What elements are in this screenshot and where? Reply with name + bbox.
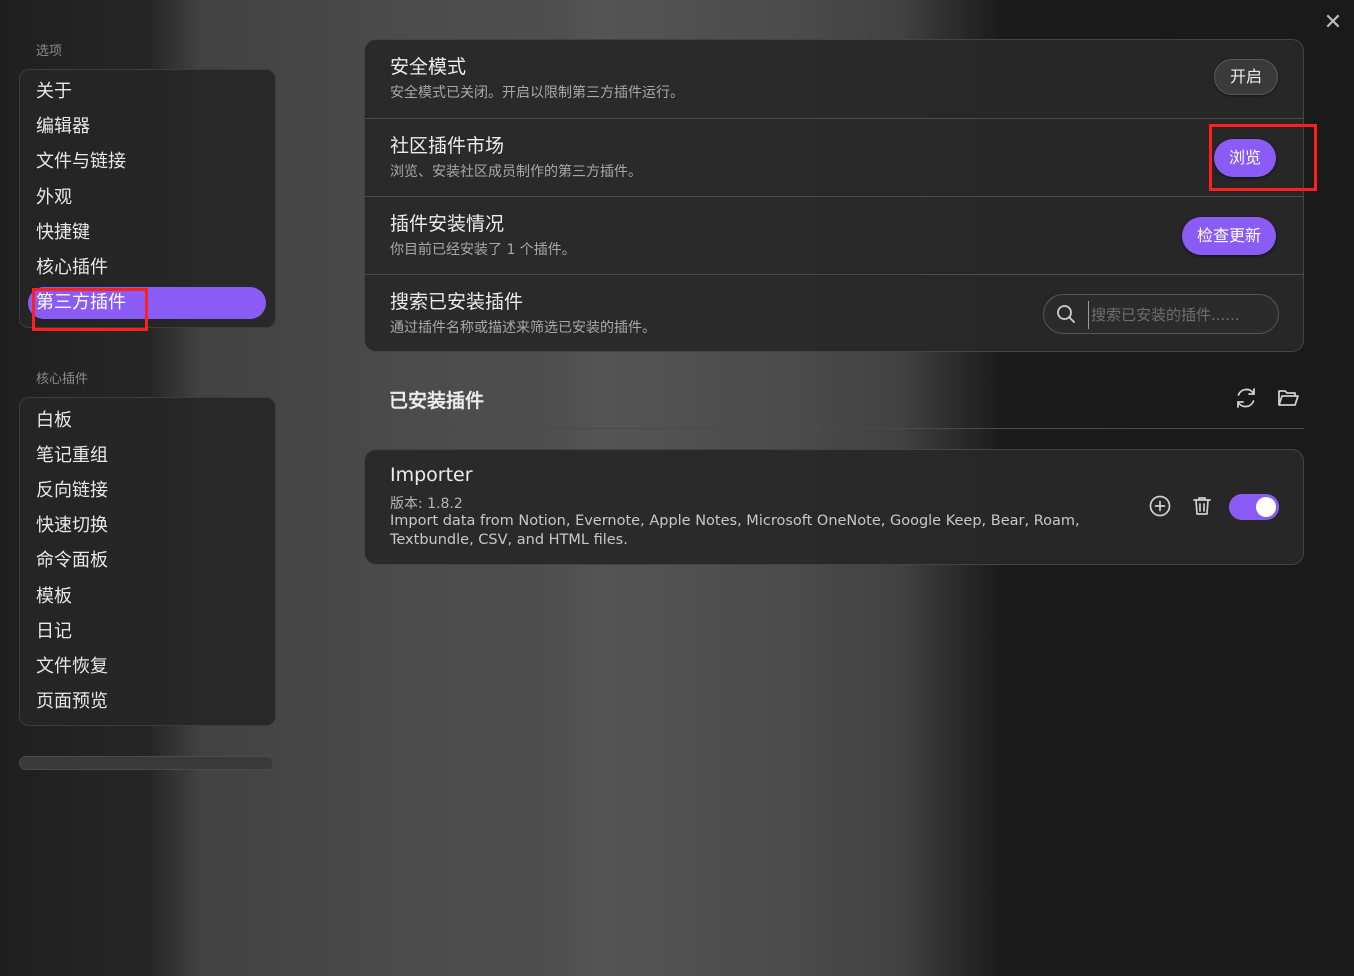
toggle-knob	[1256, 497, 1276, 517]
installed-status-title: 插件安装情况	[390, 213, 505, 235]
sidebar-item-appearance[interactable]: 外观	[28, 182, 266, 214]
community-desc: 浏览、安装社区成员制作的第三方插件。	[390, 164, 642, 180]
options-nav-group: 关于 编辑器 文件与链接 外观 快捷键 核心插件 第三方插件	[19, 69, 276, 328]
search-installed-desc: 通过插件名称或描述来筛选已安装的插件。	[390, 320, 656, 336]
sidebar-item-files-links[interactable]: 文件与链接	[28, 146, 266, 178]
sidebar-item-daily-notes[interactable]: 日记	[28, 616, 266, 648]
setting-installed-status: 插件安装情况 你目前已经安装了 1 个插件。 检查更新	[365, 196, 1303, 274]
trash-icon[interactable]	[1190, 494, 1216, 520]
community-title: 社区插件市场	[390, 135, 505, 157]
search-installed-input[interactable]	[1088, 301, 1273, 329]
setting-safe-mode: 安全模式 安全模式已关闭。开启以限制第三方插件运行。 开启	[365, 40, 1303, 118]
sidebar-item-file-recovery[interactable]: 文件恢复	[28, 651, 266, 683]
sidebar-item-editor[interactable]: 编辑器	[28, 111, 266, 143]
options-section-label: 选项	[36, 44, 63, 59]
browse-button[interactable]: 浏览	[1214, 139, 1277, 177]
installed-divider	[364, 428, 1304, 429]
sidebar-item-templates[interactable]: 模板	[28, 581, 266, 613]
sidebar-item-note-composer[interactable]: 笔记重组	[28, 440, 266, 472]
installed-status-desc: 你目前已经安装了 1 个插件。	[390, 242, 576, 258]
installed-plugins-title: 已安装插件	[389, 390, 485, 412]
sidebar-item-quick-switcher[interactable]: 快速切换	[28, 510, 266, 542]
sidebar-item-core-plugins[interactable]: 核心插件	[28, 252, 266, 284]
plugin-version: 版本: 1.8.2	[390, 496, 463, 512]
search-installed-box[interactable]	[1043, 294, 1279, 334]
reload-icon[interactable]	[1234, 386, 1260, 412]
sidebar-item-canvas[interactable]: 白板	[28, 405, 266, 437]
close-icon[interactable]: ✕	[1322, 12, 1344, 34]
sidebar-item-hotkeys[interactable]: 快捷键	[28, 217, 266, 249]
search-installed-title: 搜索已安装插件	[390, 291, 524, 313]
sidebar-item-page-preview[interactable]: 页面预览	[28, 686, 266, 718]
plugin-description: Import data from Notion, Evernote, Apple…	[390, 513, 1080, 548]
setting-community-plugins: 社区插件市场 浏览、安装社区成员制作的第三方插件。 浏览	[365, 118, 1303, 196]
core-plugins-section-label: 核心插件	[36, 372, 89, 387]
plugin-options-add-icon[interactable]	[1148, 494, 1174, 520]
check-updates-button[interactable]: 检查更新	[1182, 217, 1277, 255]
safe-mode-enable-button[interactable]: 开启	[1214, 59, 1279, 95]
sidebar-item-command-palette[interactable]: 命令面板	[28, 545, 266, 577]
sidebar-item-backlinks[interactable]: 反向链接	[28, 475, 266, 507]
sidebar-item-about[interactable]: 关于	[28, 76, 266, 108]
core-plugins-nav-group: 白板 笔记重组 反向链接 快速切换 命令面板 模板 日记 文件恢复 页面预览	[19, 397, 276, 726]
plugin-card-importer: Importer 版本: 1.8.2 Import data from Noti…	[364, 449, 1304, 565]
safe-mode-desc: 安全模式已关闭。开启以限制第三方插件运行。	[390, 85, 684, 101]
plugin-enable-toggle[interactable]	[1229, 494, 1279, 520]
search-icon	[1057, 305, 1075, 323]
sidebar-scrollbar[interactable]	[19, 756, 274, 770]
folder-open-icon[interactable]	[1276, 386, 1302, 412]
plugin-name: Importer	[390, 464, 473, 486]
sidebar-item-community-plugins[interactable]: 第三方插件	[28, 287, 266, 319]
safe-mode-title: 安全模式	[390, 56, 467, 78]
